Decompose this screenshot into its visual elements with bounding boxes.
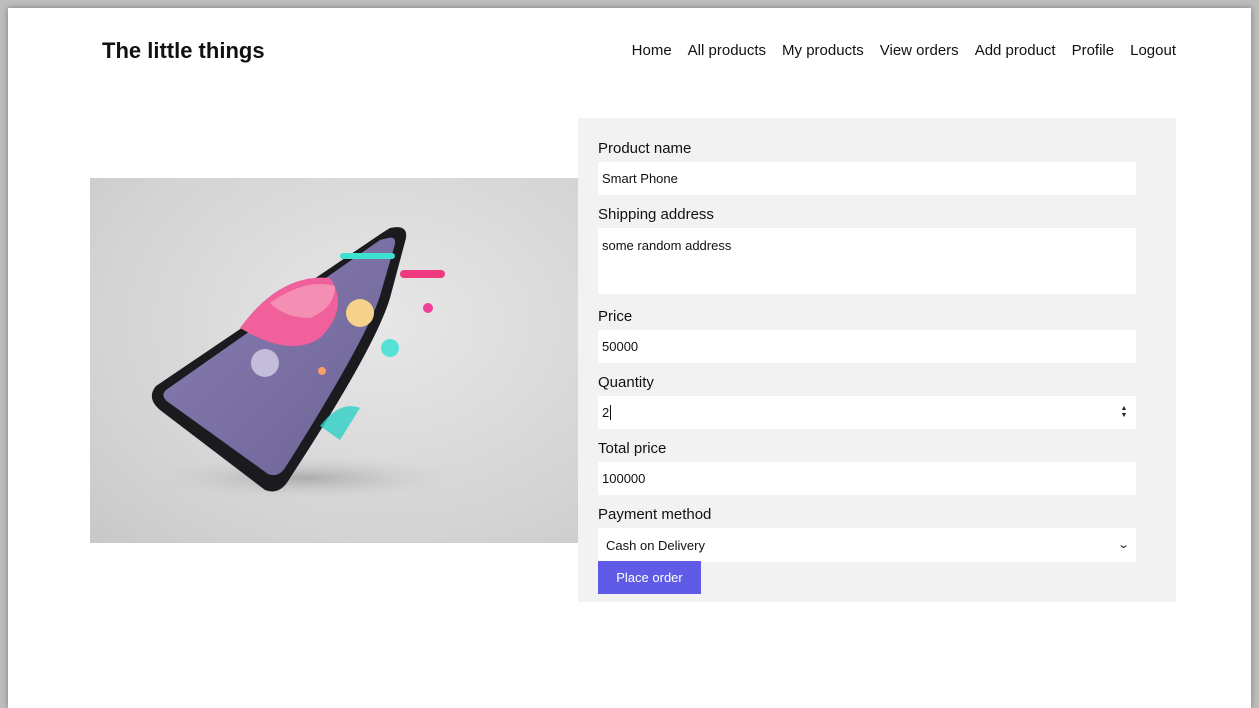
product-name-label: Product name — [598, 140, 692, 157]
quantity-label: Quantity — [598, 374, 654, 391]
payment-method-select[interactable]: Cash on Delivery ⌄ — [598, 528, 1136, 562]
product-name-field[interactable]: Smart Phone — [598, 162, 1136, 195]
smartphone-illustration — [151, 227, 455, 500]
nav-my-products[interactable]: My products — [782, 42, 864, 59]
nav-logout[interactable]: Logout — [1130, 42, 1176, 59]
price-field[interactable]: 50000 — [598, 330, 1136, 363]
number-spinner-icon[interactable]: ▲ ▼ — [1120, 405, 1128, 419]
nav-add-product[interactable]: Add product — [975, 42, 1056, 59]
payment-method-value: Cash on Delivery — [606, 537, 705, 553]
shipping-address-field[interactable]: some random address — [598, 228, 1136, 294]
price-label: Price — [598, 308, 633, 325]
place-order-button[interactable]: Place order — [598, 561, 701, 594]
nav-all-products[interactable]: All products — [688, 42, 766, 59]
text-cursor — [610, 405, 612, 420]
total-price-field[interactable]: 100000 — [598, 462, 1136, 495]
brand-logo[interactable]: The little things — [102, 38, 265, 64]
payment-method-label: Payment method — [598, 506, 712, 523]
order-form: Product name Smart Phone Shipping addres… — [578, 118, 1176, 602]
nav-view-orders[interactable]: View orders — [880, 42, 959, 59]
main-nav: Home All products My products View order… — [616, 42, 1176, 59]
nav-home[interactable]: Home — [632, 42, 672, 59]
product-image — [90, 178, 578, 543]
page: The little things Home All products My p… — [8, 8, 1251, 708]
chevron-down-icon: ⌄ — [1116, 539, 1130, 551]
shipping-address-label: Shipping address — [598, 206, 714, 223]
total-price-label: Total price — [598, 440, 667, 457]
nav-profile[interactable]: Profile — [1072, 42, 1115, 59]
quantity-stepper[interactable]: 2 ▲ ▼ — [598, 396, 1136, 429]
quantity-value: 2 — [602, 405, 610, 420]
